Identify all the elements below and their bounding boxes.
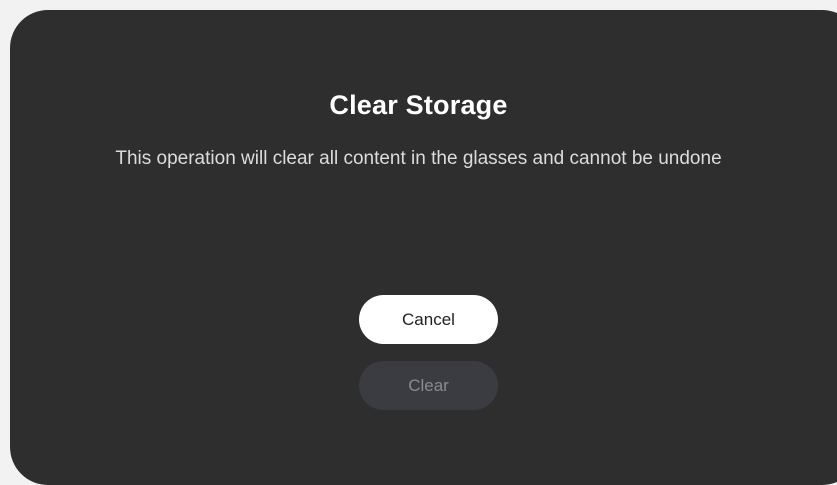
clear-button-label: Clear xyxy=(408,375,449,395)
dialog-message: This operation will clear all content in… xyxy=(115,148,722,169)
cancel-button-label: Cancel xyxy=(402,309,455,329)
clear-storage-dialog xyxy=(10,10,837,485)
cancel-button[interactable]: Cancel xyxy=(359,295,498,344)
clear-button[interactable]: Clear xyxy=(359,361,498,410)
dialog-title: Clear Storage xyxy=(329,90,508,120)
